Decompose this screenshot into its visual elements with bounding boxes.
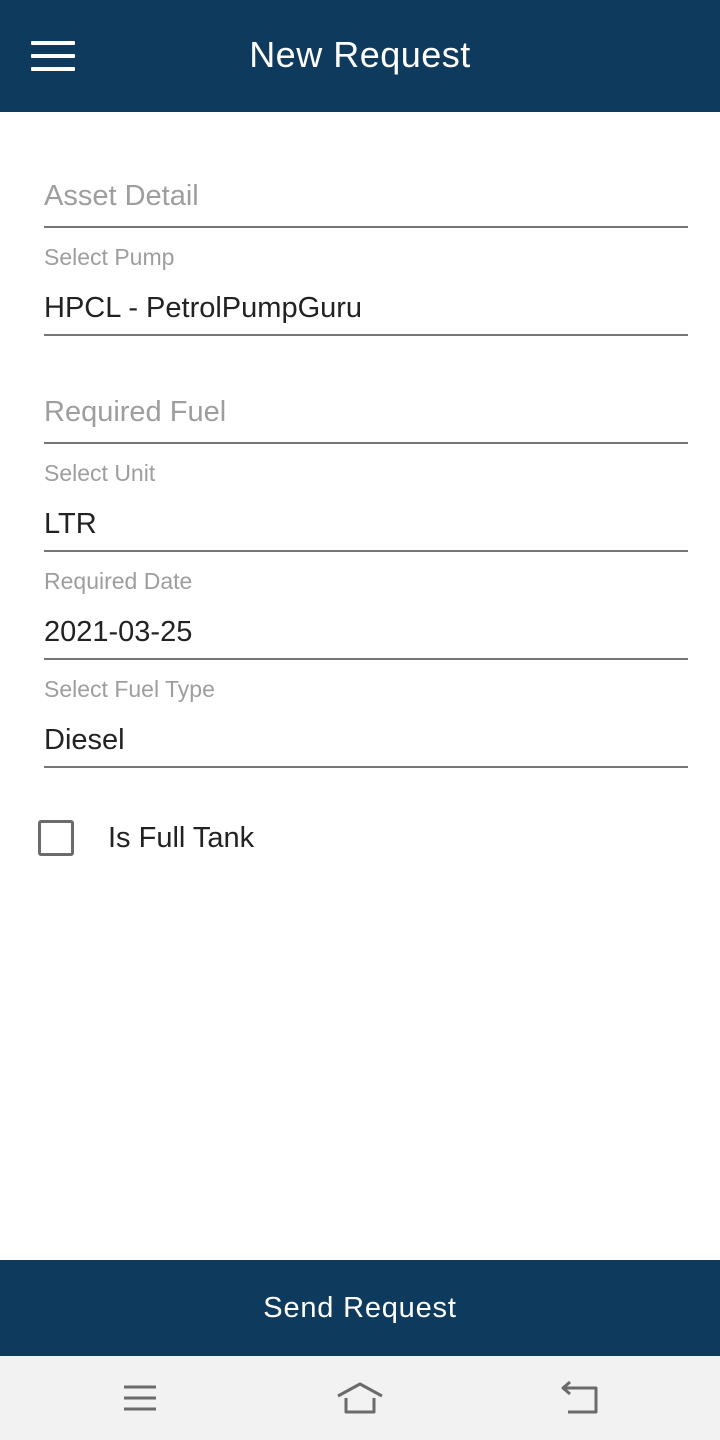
recents-icon[interactable] (110, 1378, 170, 1418)
asset-detail-field[interactable]: Asset Detail (44, 176, 688, 228)
send-request-button[interactable]: Send Request (0, 1260, 720, 1356)
pump-select-field[interactable]: Select Pump HPCL - PetrolPumpGuru (44, 244, 688, 336)
unit-select-field[interactable]: Select Unit LTR (44, 460, 688, 552)
fuel-type-label: Select Fuel Type (44, 676, 215, 702)
required-date-field[interactable]: Required Date 2021-03-25 (44, 568, 688, 660)
required-date-value: 2021-03-25 (44, 616, 193, 648)
unit-label: Select Unit (44, 460, 156, 486)
fuel-type-value: Diesel (44, 724, 125, 756)
required-fuel-field[interactable]: Required Fuel (44, 392, 688, 444)
pump-value: HPCL - PetrolPumpGuru (44, 292, 363, 324)
page-title: New Request (249, 34, 471, 75)
fuel-type-select-field[interactable]: Select Fuel Type Diesel (44, 676, 688, 768)
full-tank-checkbox[interactable] (38, 820, 74, 856)
asset-detail-placeholder: Asset Detail (44, 180, 199, 212)
full-tank-label: Is Full Tank (108, 821, 255, 854)
pump-label: Select Pump (44, 244, 175, 270)
required-date-label: Required Date (44, 568, 193, 594)
back-icon[interactable] (550, 1378, 610, 1418)
app-bar: New Request (0, 0, 720, 112)
system-nav-bar (0, 1356, 720, 1440)
required-fuel-placeholder: Required Fuel (44, 396, 227, 428)
unit-value: LTR (44, 508, 97, 540)
home-icon[interactable] (330, 1378, 390, 1418)
full-tank-checkbox-row[interactable]: Is Full Tank (38, 818, 254, 858)
